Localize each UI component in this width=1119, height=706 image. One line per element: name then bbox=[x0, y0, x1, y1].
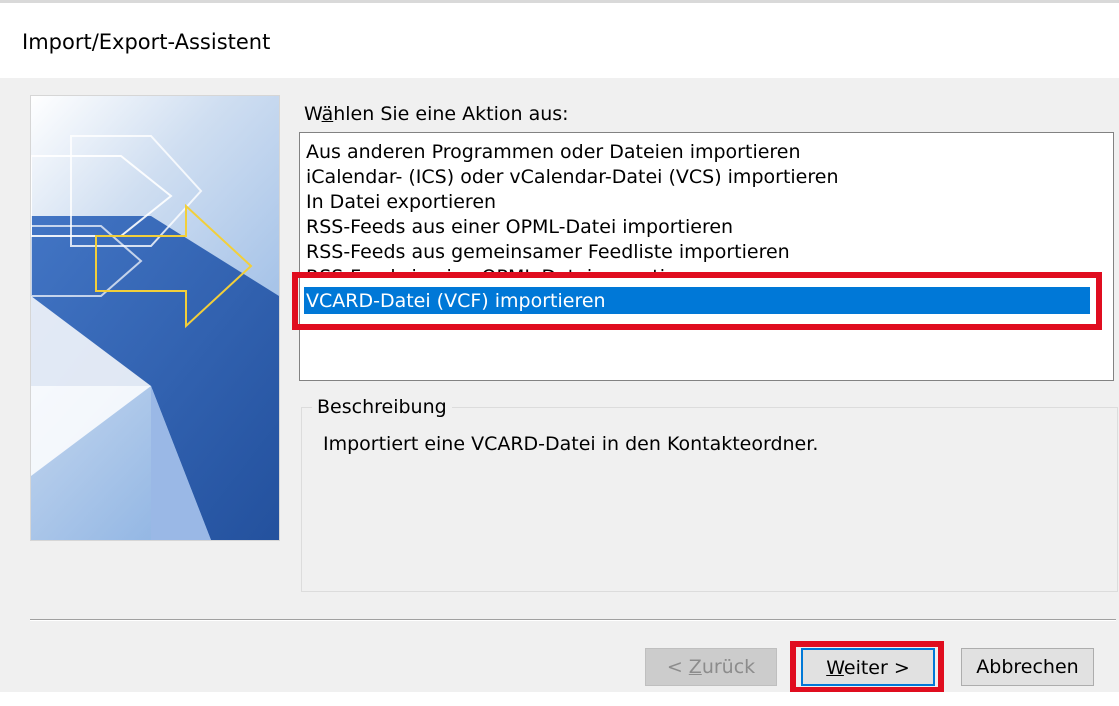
list-item[interactable]: RSS-Feeds in eine OPML-Datei exportieren bbox=[306, 264, 708, 276]
action-listbox[interactable]: Aus anderen Programmen oder Dateien impo… bbox=[299, 132, 1114, 381]
description-text: Importiert eine VCARD-Datei in den Konta… bbox=[323, 433, 819, 455]
list-item[interactable]: Aus anderen Programmen oder Dateien impo… bbox=[306, 139, 801, 165]
wizard-arrow-illustration bbox=[30, 95, 280, 541]
list-item[interactable]: RSS-Feeds aus gemeinsamer Feedliste impo… bbox=[306, 239, 790, 265]
bottom-edge bbox=[0, 692, 1119, 706]
list-item[interactable]: In Datei exportieren bbox=[306, 189, 496, 215]
title-bar: Import/Export-Assistent bbox=[0, 0, 1119, 78]
action-prompt-label: Wählen Sie eine Aktion aus: bbox=[304, 103, 569, 125]
list-item-selected[interactable]: VCARD-Datei (VCF) importieren bbox=[306, 288, 606, 314]
divider-highlight bbox=[30, 620, 1116, 621]
window-title: Import/Export-Assistent bbox=[22, 30, 271, 54]
list-item[interactable]: RSS-Feeds aus einer OPML-Datei importier… bbox=[306, 214, 733, 240]
cancel-button[interactable]: Abbrechen bbox=[961, 648, 1094, 686]
next-button[interactable]: Weiter > bbox=[801, 648, 935, 686]
title-bar-edge bbox=[0, 0, 1119, 3]
list-item[interactable]: iCalendar- (ICS) oder vCalendar-Datei (V… bbox=[306, 164, 838, 190]
back-button[interactable]: < Zurück bbox=[645, 648, 777, 686]
description-heading: Beschreibung bbox=[312, 396, 452, 418]
import-export-wizard-dialog: Import/Export-Assistent Wählen Sie eine … bbox=[0, 0, 1119, 706]
